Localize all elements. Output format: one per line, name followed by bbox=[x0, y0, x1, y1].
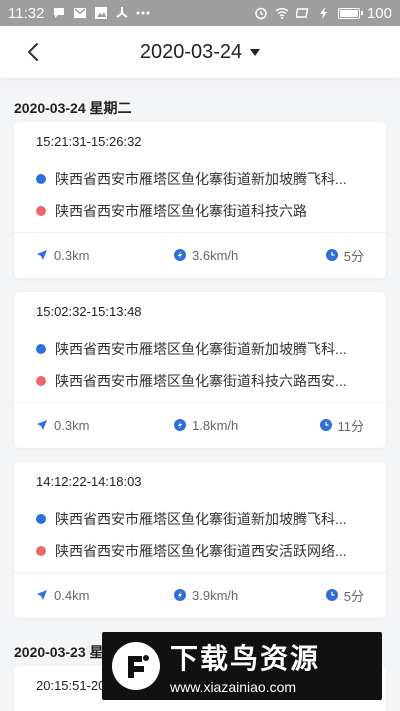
status-time: 11:32 bbox=[8, 4, 45, 22]
end-dot-icon bbox=[36, 206, 46, 216]
trip-start-address: 陕西省西安市雁塔区鱼化寨街道新加坡腾飞科... bbox=[36, 339, 366, 359]
start-address-text: 陕西省西安市雁塔区鱼化寨街道新加坡腾飞科... bbox=[55, 511, 347, 527]
selected-date: 2020-03-24 bbox=[139, 40, 243, 63]
distance-value: 0.4km bbox=[54, 587, 90, 603]
speed-icon bbox=[174, 249, 186, 261]
section-date-title: 2020-03-24 星期二 bbox=[14, 100, 132, 116]
duration-value: 5分 bbox=[343, 248, 364, 264]
trip-end-address: 陕西省西安市雁塔区鱼化寨街道科技六路 bbox=[36, 201, 366, 221]
distance-value: 0.3km bbox=[54, 417, 90, 433]
end-address-text: 陕西省西安市雁塔区鱼化寨街道西安活跃网络... bbox=[55, 543, 347, 559]
wifi-icon bbox=[275, 8, 289, 19]
trip-card[interactable]: 15:02:32-15:13:48 陕西省西安市雁塔区鱼化寨街道新加坡腾飞科..… bbox=[14, 292, 386, 448]
battery-icon bbox=[337, 7, 363, 19]
watermark-logo bbox=[112, 642, 160, 690]
duration-value: 5分 bbox=[343, 588, 364, 604]
top-header: 2020-03-24 bbox=[0, 26, 400, 78]
trip-time-range: 15:21:31-15:26:32 bbox=[36, 134, 142, 149]
trip-time-range: 20:15:51-20 bbox=[36, 678, 106, 693]
start-address-text: 陕西省西安市雁塔区鱼化寨街道新加坡腾飞科... bbox=[55, 171, 347, 187]
date-selector[interactable]: 2020-03-24 bbox=[139, 40, 261, 64]
end-dot-icon bbox=[36, 376, 46, 386]
duration-stat: 5分 bbox=[325, 586, 364, 605]
speed-value: 1.8km/h bbox=[192, 417, 239, 433]
section-date-title: 2020-03-23 星 bbox=[14, 644, 104, 660]
watermark-url: www.xiazainiao.com bbox=[170, 679, 297, 695]
trip-time-range: 15:02:32-15:13:48 bbox=[36, 304, 142, 319]
navigation-arrow-icon bbox=[37, 420, 47, 430]
start-dot-icon bbox=[36, 344, 46, 354]
speed-icon bbox=[174, 589, 186, 601]
trip-stats: 0.3km 3.6km/h 5分 bbox=[14, 232, 386, 278]
trip-card[interactable]: 14:12:22-14:18:03 陕西省西安市雁塔区鱼化寨街道新加坡腾飞科..… bbox=[14, 462, 386, 618]
speed-stat: 1.8km/h bbox=[174, 418, 238, 433]
trip-end-address: 陕西省西安市雁塔区鱼化寨街道科技六路西安... bbox=[36, 371, 366, 391]
trip-stats: 0.4km 3.9km/h 5分 bbox=[14, 572, 386, 618]
alarm-icon bbox=[255, 7, 267, 20]
bolt-icon bbox=[319, 7, 327, 19]
end-address-text: 陕西省西安市雁塔区鱼化寨街道科技六路 bbox=[55, 203, 307, 219]
trip-card[interactable]: 15:21:31-15:26:32 陕西省西安市雁塔区鱼化寨街道新加坡腾飞科..… bbox=[14, 122, 386, 278]
more-icon bbox=[136, 11, 150, 15]
navigation-arrow-icon bbox=[37, 590, 47, 600]
trip-stats: 0.3km 1.8km/h 11分 bbox=[14, 402, 386, 448]
trip-start-address: 陕西省西安市雁塔区鱼化寨街道新加坡腾飞科... bbox=[36, 169, 366, 189]
fan-icon bbox=[116, 7, 129, 18]
gmail-icon bbox=[74, 8, 87, 18]
speed-stat: 3.6km/h bbox=[174, 248, 238, 263]
distance-stat: 0.4km bbox=[36, 588, 89, 603]
trip-start-address: 陕西省西安市雁塔区鱼化寨街道新加坡腾飞科... bbox=[36, 509, 366, 529]
end-address-text: 陕西省西安市雁塔区鱼化寨街道科技六路西安... bbox=[55, 373, 347, 389]
speed-value: 3.6km/h bbox=[192, 247, 239, 263]
speed-icon bbox=[174, 419, 186, 431]
dropdown-caret-icon bbox=[250, 48, 261, 56]
screen-icon bbox=[295, 8, 309, 18]
status-bar: 11:32 100 bbox=[0, 0, 400, 26]
start-address-text: 陕西省西安市雁塔区鱼化寨街道新加坡腾飞科... bbox=[55, 341, 347, 357]
clock-icon bbox=[325, 249, 338, 261]
watermark-title: 下载鸟资源 bbox=[170, 643, 321, 674]
clock-icon bbox=[319, 419, 332, 431]
message-icon bbox=[54, 8, 65, 18]
image-icon bbox=[95, 7, 108, 19]
distance-stat: 0.3km bbox=[36, 418, 89, 433]
clock-icon bbox=[325, 589, 338, 601]
distance-stat: 0.3km bbox=[36, 248, 89, 263]
battery-level: 100 bbox=[366, 4, 392, 22]
watermark-banner: 下载鸟资源 www.xiazainiao.com bbox=[102, 632, 382, 700]
start-dot-icon bbox=[36, 174, 46, 184]
back-arrow-icon[interactable] bbox=[22, 40, 46, 64]
speed-stat: 3.9km/h bbox=[174, 588, 238, 603]
duration-stat: 11分 bbox=[319, 416, 365, 435]
start-dot-icon bbox=[36, 514, 46, 524]
navigation-arrow-icon bbox=[37, 250, 47, 260]
speed-value: 3.9km/h bbox=[192, 587, 239, 603]
end-dot-icon bbox=[36, 546, 46, 556]
duration-stat: 5分 bbox=[325, 246, 364, 265]
trip-end-address: 陕西省西安市雁塔区鱼化寨街道西安活跃网络... bbox=[36, 541, 366, 561]
distance-value: 0.3km bbox=[54, 247, 90, 263]
duration-value: 11分 bbox=[337, 418, 365, 434]
trip-time-range: 14:12:22-14:18:03 bbox=[36, 474, 142, 489]
